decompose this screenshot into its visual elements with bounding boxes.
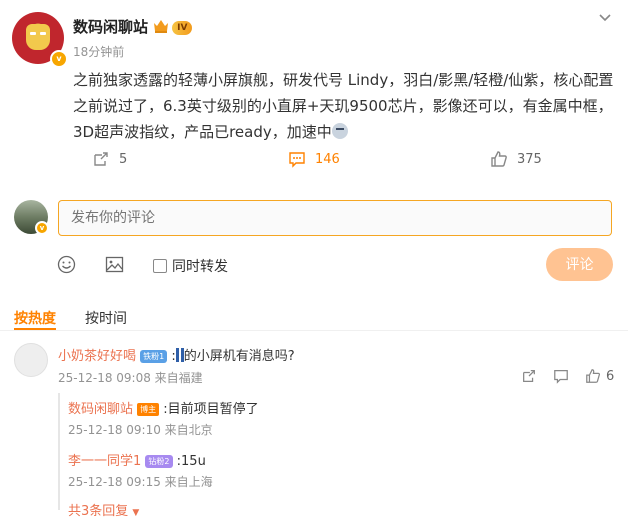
reply-line: 李一一同学1 钻粉2 :15u [68,450,206,469]
repost-icon [94,152,108,166]
submit-comment-button[interactable]: 评论 [546,248,613,281]
comment-input[interactable] [58,200,612,236]
also-repost-label: 同时转发 [172,259,228,275]
comment-repost-icon[interactable] [521,368,537,388]
reply-line: 数码闲聊站 博主 :目前项目暂停了 [68,398,259,417]
post-text-line: 之前独家透露的轻薄小屏旗舰，研发代号 Lindy，羽白/影黑/轻橙/仙紫，核心配… [73,71,614,89]
author-name[interactable]: 数码闲聊站 [73,18,148,36]
crown-icon [153,18,169,37]
comment-reply-icon[interactable] [553,368,569,388]
tab-sort-hot[interactable]: 按热度 [14,308,56,328]
jeans-emoji-icon [175,348,184,362]
commenter-name[interactable]: 小奶茶好好喝 [58,349,136,364]
replier-name[interactable]: 李一一同学1 [68,454,141,469]
post-body: 之前独家透露的轻薄小屏旗舰，研发代号 Lindy，羽白/影黑/轻橙/仙紫，核心配… [73,67,618,145]
post-text-line: 3D超声波指纹，产品已ready，加速中 [73,123,332,141]
also-repost-checkbox[interactable] [153,259,167,273]
also-repost-option[interactable]: 同时转发 [153,256,228,276]
post-text-line: 之前说过了，6.3英寸级别的小直屏+天玑9500芯片，影像还可以，有金属中框， [73,97,613,115]
comment-button[interactable]: 146 [288,150,340,168]
chevron-down-icon[interactable] [598,10,612,29]
post-header: 数码闲聊站 IV [73,16,193,37]
emoji-icon [331,123,348,139]
reply-text: :15u [176,454,206,469]
reply-text: :目前项目暂停了 [163,402,259,417]
tab-sort-time[interactable]: 按时间 [85,308,127,328]
author-tag-badge: 博主 [137,403,160,416]
like-button[interactable]: 375 [490,150,542,168]
reply-meta: 25-12-18 09:10 来自北京 [68,423,213,437]
commenter-avatar[interactable] [14,343,48,377]
comment-text: 的小屏机有消息吗? [183,349,295,364]
comment-meta: 25-12-18 09:08 来自福建 [58,371,203,385]
thumbs-up-icon [586,369,601,383]
comment-icon [289,152,305,168]
more-replies-label: 共3条回复 [68,504,129,519]
divider [0,330,628,331]
comment-count: 146 [315,151,340,167]
verified-badge-icon: v [35,221,49,235]
fan-level-badge: 钻粉2 [145,455,173,468]
repost-button[interactable]: 5 [92,150,127,168]
comment-like-button[interactable]: 6 [585,368,614,384]
emoji-picker-icon[interactable] [57,255,76,278]
reply-thread-bar [58,393,60,510]
reply-meta: 25-12-18 09:15 来自上海 [68,475,213,489]
verified-badge-icon: v [50,50,68,68]
repost-count: 5 [119,151,128,167]
user-level-badge: IV [172,20,193,35]
fan-level-badge: 铁粉1 [140,350,168,363]
comment-like-count: 6 [606,368,615,384]
post-time[interactable]: 18分钟前 [73,43,124,60]
like-count: 375 [517,151,542,167]
replier-name[interactable]: 数码闲聊站 [68,402,133,417]
image-upload-icon[interactable] [105,255,124,278]
thumbs-up-icon [491,151,507,167]
comment-line: 小奶茶好好喝 铁粉1 : 的小屏机有消息吗? [58,348,295,364]
